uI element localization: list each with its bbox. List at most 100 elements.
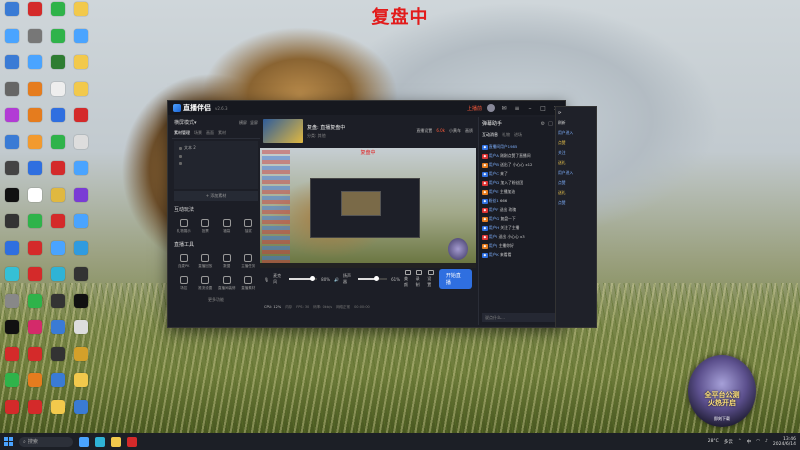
scene-item[interactable] — [176, 160, 256, 167]
mic-icon[interactable]: 🎙 — [264, 277, 269, 282]
desktop-icon[interactable] — [48, 293, 68, 316]
chat-message[interactable]: ◆ 用户E 主播加油 — [482, 187, 560, 196]
desktop-icon[interactable] — [71, 161, 91, 183]
desktop-icon[interactable] — [48, 187, 68, 210]
start-live-button[interactable]: 开始直播 — [438, 269, 473, 289]
tab-canvas[interactable]: 画面 — [206, 130, 214, 136]
scene-item[interactable] — [176, 153, 256, 160]
tool-lucky-bag[interactable]: 福袋 — [217, 216, 237, 236]
maximize-button[interactable]: □ — [539, 104, 547, 112]
tab-sources[interactable]: 素材管理 — [174, 130, 190, 136]
chat-message[interactable]: ◆ 用户H 关注了主播 — [482, 223, 560, 232]
mic-volume-slider[interactable] — [288, 276, 318, 281]
chat-message[interactable]: ◆ 用户D 加入了粉丝团 — [482, 178, 560, 187]
desktop-icon[interactable] — [48, 214, 68, 236]
secondary-window[interactable]: ⟳ 刷新 用户进入 点赞 关注 送礼 用户进入 点赞 送礼 点赞 — [555, 106, 597, 328]
desktop-icon[interactable] — [71, 346, 91, 369]
desktop-icon[interactable] — [25, 81, 45, 104]
taskbar-app-browser[interactable] — [95, 436, 105, 447]
chat-user[interactable]: 用户C — [489, 171, 499, 176]
desktop-icon[interactable] — [25, 161, 45, 183]
chat-user[interactable]: 直播间用户1985 — [489, 144, 518, 149]
desktop-icon[interactable] — [71, 320, 91, 342]
chat-user[interactable]: 用户J — [489, 243, 498, 248]
more-tools-link[interactable]: 更多功能 — [172, 297, 260, 303]
desktop-icon[interactable] — [25, 2, 45, 24]
promo-widget[interactable]: 全平台公测 火热开启 即刻下载 — [688, 355, 756, 427]
desktop-icon[interactable] — [48, 28, 68, 51]
clock[interactable]: 13:46 2024/6/14 — [773, 437, 796, 447]
speaker-volume-slider[interactable] — [358, 276, 388, 281]
app-titlebar[interactable]: 直播伴侣 v2.6.3 上播前 ✉ ≡ – □ × — [168, 101, 565, 115]
desktop-icon[interactable] — [71, 373, 91, 395]
tab-entries[interactable]: 进场 — [514, 132, 522, 138]
desktop-icon[interactable] — [48, 81, 68, 104]
stream-title[interactable]: 复盘: 直播复盘中 — [307, 124, 345, 131]
chat-message[interactable]: ◆ 用户I 送出 小心心 x3 — [482, 232, 560, 241]
desktop-icon[interactable] — [48, 55, 68, 77]
tool-control[interactable]: 场控 — [174, 273, 194, 293]
chat-message[interactable]: ◆ 用户K 来看看 — [482, 250, 560, 259]
wifi-icon[interactable]: ◠ — [756, 439, 760, 444]
quality-button[interactable]: 画质 — [465, 128, 473, 134]
desktop-icon[interactable] — [71, 81, 91, 104]
desktop-icon[interactable] — [2, 2, 22, 24]
desktop-icon[interactable] — [25, 187, 45, 210]
weather-desc[interactable]: 多云 — [724, 439, 733, 445]
desktop-icon[interactable] — [71, 399, 91, 422]
desktop-icon[interactable] — [48, 161, 68, 183]
desktop-icon[interactable] — [71, 2, 91, 24]
desktop-icon[interactable] — [25, 55, 45, 77]
mic-volume-knob[interactable] — [310, 276, 316, 281]
chat-message[interactable]: ◆ 粉丝1 666 — [482, 196, 560, 205]
volume-icon[interactable]: ♪ — [765, 439, 768, 444]
desktop-icon[interactable] — [2, 240, 22, 263]
desktop-icon[interactable] — [71, 267, 91, 289]
record-button[interactable]: 录制 — [416, 270, 424, 288]
tool-replay[interactable]: 直播回放 — [196, 251, 216, 271]
chat-message[interactable]: ◆ 用户A 刚刚点赞了直播间 — [482, 151, 560, 160]
desktop-icon[interactable] — [2, 399, 22, 422]
weather-temp[interactable]: 28°C — [708, 439, 719, 444]
tool-data[interactable]: 数据 — [217, 251, 237, 271]
desktop-icon[interactable] — [71, 108, 91, 130]
chat-settings-icon[interactable]: ⚙ — [541, 121, 545, 127]
chat-message[interactable]: ◆ 用户G 复盘一下 — [482, 214, 560, 223]
mode-landscape[interactable]: 横屏 — [239, 120, 247, 126]
menu-icon[interactable]: ≡ — [513, 104, 521, 112]
desktop-icon[interactable] — [48, 320, 68, 342]
desktop-icon[interactable] — [2, 346, 22, 369]
chat-message[interactable]: ◆ 用户C 来了 — [482, 169, 560, 178]
settings-button[interactable]: 设置 — [427, 270, 435, 288]
desktop-icon[interactable] — [71, 55, 91, 77]
beauty-button[interactable]: 美颜 — [404, 270, 412, 288]
desktop-icon[interactable] — [2, 161, 22, 183]
taskbar-app-explorer[interactable] — [111, 436, 121, 447]
desktop-icon[interactable] — [71, 134, 91, 157]
stream-category[interactable]: 分类: 其他 — [307, 133, 345, 139]
chat-message[interactable]: ◆ 用户J 主播你好 — [482, 241, 560, 250]
desktop-icon[interactable] — [48, 108, 68, 130]
scene-item[interactable]: 文本 2 — [176, 143, 256, 153]
tool-gift-display[interactable]: 礼物展示 — [174, 216, 194, 236]
tool-stream-settings[interactable]: 推流设置 — [196, 273, 216, 293]
desktop-icon[interactable] — [71, 214, 91, 236]
tool-lottery[interactable]: 抽奖 — [239, 216, 259, 236]
stream-preview[interactable]: 复盘中 — [260, 148, 476, 268]
desktop-icon[interactable] — [25, 373, 45, 395]
tool-tasks[interactable]: 主播任务 — [239, 251, 259, 271]
message-icon[interactable]: ✉ — [500, 104, 508, 112]
chat-user[interactable]: 用户H — [489, 225, 499, 230]
windows-start-icon[interactable] — [4, 437, 13, 446]
desktop-icon[interactable] — [2, 293, 22, 316]
tab-gifts[interactable]: 礼物 — [502, 132, 510, 138]
desktop-icon[interactable] — [48, 399, 68, 422]
desktop-icon[interactable] — [25, 108, 45, 130]
live-settings-button[interactable]: 直播设置 — [416, 128, 432, 134]
input-language[interactable]: 中 — [747, 439, 752, 445]
chat-user[interactable]: 粉丝1 — [489, 198, 499, 203]
desktop-icon[interactable] — [25, 267, 45, 289]
desktop-icon[interactable] — [48, 373, 68, 395]
desktop-icon[interactable] — [71, 293, 91, 316]
mode-selector[interactable]: 横屏模式 ▾ 横屏 竖屏 — [172, 117, 260, 128]
